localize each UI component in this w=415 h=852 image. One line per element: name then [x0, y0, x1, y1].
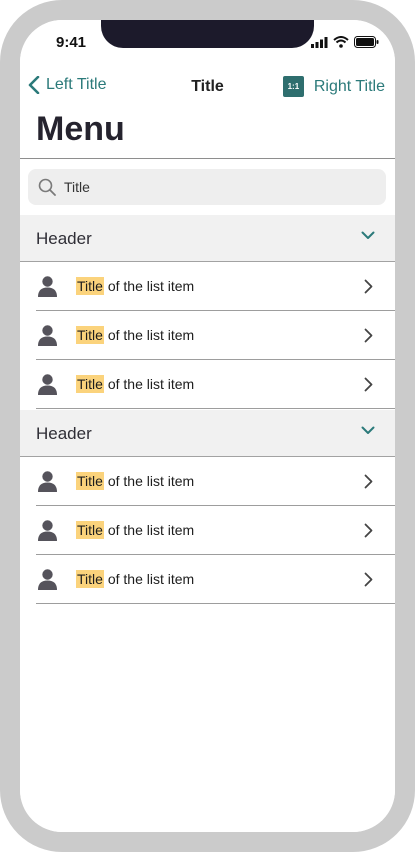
- status-time: 9:41: [56, 34, 87, 51]
- right-nav-label: Right Title: [313, 77, 385, 95]
- list-item[interactable]: Title of the list item: [20, 457, 395, 506]
- list-item-rest: of the list item: [103, 327, 195, 343]
- list-item-text: Title of the list item: [76, 521, 195, 539]
- person-icon: [38, 325, 57, 346]
- section-header-label: Header: [36, 424, 92, 443]
- right-nav-button[interactable]: 1:1 Right Title: [282, 76, 385, 97]
- chevron-right-icon: [364, 377, 373, 392]
- chevron-down-icon: [361, 426, 375, 434]
- list-item[interactable]: Title of the list item: [20, 506, 395, 555]
- section-header[interactable]: Header: [20, 410, 395, 457]
- list-item-text: Title of the list item: [76, 375, 195, 393]
- navigation-bar: Left Title Title 1:1 Right Title: [20, 76, 395, 100]
- list-item-text: Title of the list item: [76, 570, 195, 588]
- list-item-rest: of the list item: [103, 571, 195, 587]
- list-item-rest: of the list item: [103, 473, 195, 489]
- status-icons: [311, 36, 379, 48]
- chevron-right-icon: [364, 474, 373, 489]
- page-title: Menu: [36, 110, 125, 148]
- search-match-highlight: Title: [76, 472, 104, 490]
- row-divider: [36, 408, 395, 409]
- list-item[interactable]: Title of the list item: [20, 555, 395, 604]
- title-divider: [20, 158, 395, 159]
- search-input[interactable]: [62, 178, 366, 196]
- list-item[interactable]: Title of the list item: [20, 360, 395, 409]
- chevron-down-icon: [361, 231, 375, 239]
- phone-screen: 9:41 Left Title Title 1:1 Right Title Me…: [20, 20, 395, 832]
- person-icon: [38, 569, 57, 590]
- person-icon: [38, 520, 57, 541]
- chevron-right-icon: [364, 328, 373, 343]
- list-item-text: Title of the list item: [76, 472, 195, 490]
- device-notch: [101, 20, 314, 48]
- chevron-right-icon: [364, 523, 373, 538]
- search-match-highlight: Title: [76, 375, 104, 393]
- wifi-icon: [333, 36, 349, 48]
- back-button[interactable]: Left Title: [28, 76, 106, 94]
- section-header-label: Header: [36, 229, 92, 248]
- search-icon: [38, 178, 56, 196]
- section-header[interactable]: Header: [20, 215, 395, 262]
- search-match-highlight: Title: [76, 277, 104, 295]
- search-match-highlight: Title: [76, 326, 104, 344]
- search-match-highlight: Title: [76, 570, 104, 588]
- aspect-ratio-icon: 1:1: [282, 76, 304, 97]
- person-icon: [38, 276, 57, 297]
- list-item[interactable]: Title of the list item: [20, 311, 395, 360]
- person-icon: [38, 374, 57, 395]
- chevron-right-icon: [364, 572, 373, 587]
- search-field[interactable]: [28, 169, 386, 205]
- search-match-highlight: Title: [76, 521, 104, 539]
- back-label: Left Title: [46, 76, 107, 93]
- chevron-right-icon: [364, 279, 373, 294]
- list-item-text: Title of the list item: [76, 277, 195, 295]
- list-item-rest: of the list item: [103, 278, 195, 294]
- chevron-left-icon: [28, 76, 40, 94]
- list-item-rest: of the list item: [103, 522, 195, 538]
- row-divider: [36, 603, 395, 604]
- cellular-signal-icon: [311, 36, 328, 48]
- person-icon: [38, 471, 57, 492]
- list-item-rest: of the list item: [103, 376, 195, 392]
- list-item[interactable]: Title of the list item: [20, 262, 395, 311]
- list-item-text: Title of the list item: [76, 326, 195, 344]
- battery-icon: [354, 36, 379, 48]
